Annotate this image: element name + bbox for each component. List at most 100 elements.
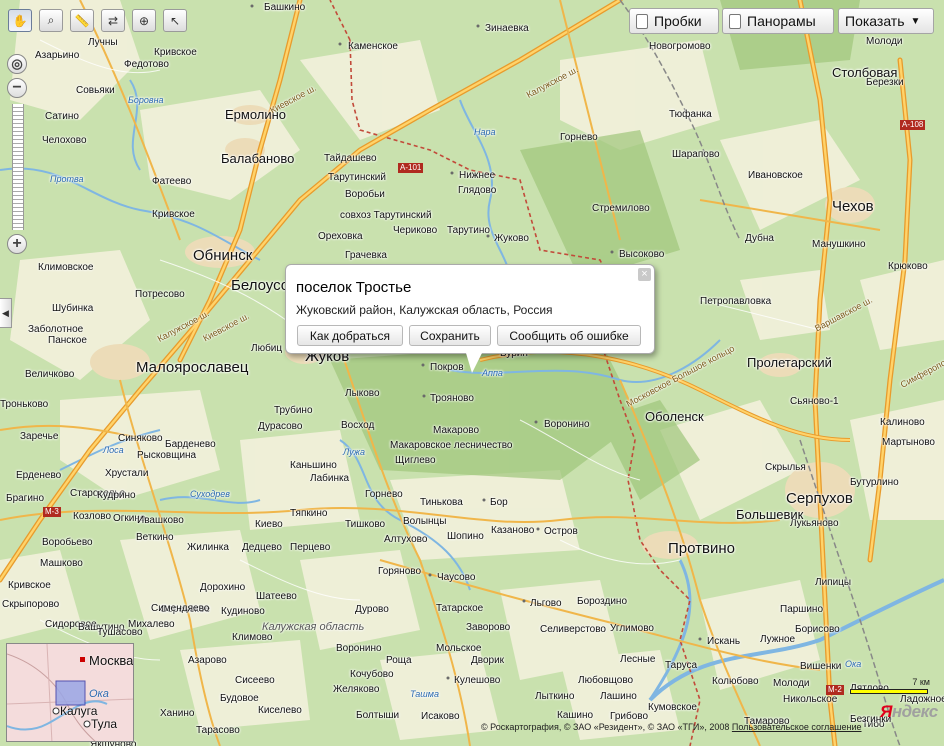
rivers-label[interactable]: Лужа <box>343 448 365 457</box>
villages-label[interactable]: Татарское <box>436 604 483 614</box>
villages-label[interactable]: Заречье <box>20 432 58 442</box>
villages-label[interactable]: Тишково <box>345 520 385 530</box>
villages-label[interactable]: Воронино <box>336 644 382 654</box>
villages-label[interactable]: Кривское <box>8 581 51 591</box>
villages-label[interactable]: Перцево <box>290 543 330 553</box>
villages-label[interactable]: Жилинка <box>187 543 229 553</box>
villages-label[interactable]: Скрылья <box>765 463 806 473</box>
villages-label[interactable]: Лабинка <box>310 474 349 484</box>
villages-label[interactable]: Каменское <box>348 42 398 52</box>
villages-label[interactable]: Симендяево <box>151 604 209 614</box>
route-tool-button[interactable]: ⇄ <box>101 9 125 32</box>
villages-label[interactable]: Грачевка <box>345 251 387 261</box>
villages-label[interactable]: Тарутино <box>447 226 490 236</box>
villages-label[interactable]: Рысковщина <box>137 451 196 461</box>
towns-label[interactable]: Оболенск <box>645 410 704 423</box>
villages-label[interactable]: Ивановское <box>748 171 803 181</box>
villages-label[interactable]: Тушасово <box>97 628 143 638</box>
villages-label[interactable]: Петропавловка <box>700 297 771 307</box>
pan-left-button[interactable]: ◀ <box>0 298 12 328</box>
villages-label[interactable]: Никольское <box>783 695 837 705</box>
villages-label[interactable]: Величково <box>25 370 74 380</box>
villages-label[interactable]: Селиверстово <box>540 625 606 635</box>
villages-label[interactable]: Киселево <box>258 706 302 716</box>
villages-label[interactable]: Машково <box>40 559 83 569</box>
villages-label[interactable]: Грибово <box>610 712 648 722</box>
villages-label[interactable]: Потресово <box>135 290 185 300</box>
highways-label[interactable]: А-101 <box>398 163 424 173</box>
villages-label[interactable]: Башкино <box>264 3 305 13</box>
villages-label[interactable]: Липицы <box>815 578 851 588</box>
villages-label[interactable]: Глядово <box>458 186 496 196</box>
villages-label[interactable]: Лыткино <box>535 692 574 702</box>
villages-label[interactable]: Трояново <box>430 394 474 404</box>
villages-label[interactable]: Шатеево <box>256 592 297 602</box>
villages-label[interactable]: Остров <box>544 527 578 537</box>
villages-label[interactable]: Лесные <box>620 655 655 665</box>
villages-label[interactable]: Таруса <box>665 661 697 671</box>
villages-label[interactable]: Кривское <box>154 48 197 58</box>
villages-label[interactable]: Шопино <box>447 532 484 542</box>
report-error-button[interactable]: Сообщить об ошибке <box>497 325 641 346</box>
villages-label[interactable]: Козлово <box>73 512 111 522</box>
villages-label[interactable]: Сисеево <box>235 676 275 686</box>
towns-label[interactable]: Большевик <box>736 508 803 521</box>
villages-label[interactable]: Покров <box>430 363 464 373</box>
villages-label[interactable]: Шарапово <box>672 150 720 160</box>
villages-label[interactable]: Кочубово <box>350 670 394 680</box>
yandex-logo[interactable]: Яндекс <box>880 702 938 722</box>
villages-label[interactable]: Хрустали <box>105 469 148 479</box>
villages-label[interactable]: Дурово <box>355 605 389 615</box>
villages-label[interactable]: Веткино <box>136 533 174 543</box>
villages-label[interactable]: Ерденево <box>16 471 61 481</box>
villages-label[interactable]: Чериково <box>393 226 437 236</box>
villages-label[interactable]: Исаково <box>421 712 460 722</box>
rivers-label[interactable]: Ташма <box>410 690 439 699</box>
villages-label[interactable]: Макарово <box>433 426 479 436</box>
villages-label[interactable]: Тарасово <box>196 726 240 736</box>
villages-label[interactable]: Нижнее <box>459 171 495 181</box>
villages-label[interactable]: Лашино <box>600 692 637 702</box>
overview-minimap[interactable]: Москва Калуга Тула Ока <box>6 643 134 742</box>
hand-tool-button[interactable]: ✋ <box>8 9 32 32</box>
villages-label[interactable]: Воробьево <box>42 538 93 548</box>
highways-label[interactable]: А-108 <box>900 120 926 130</box>
villages-label[interactable]: Вишенки <box>800 662 841 672</box>
villages-label[interactable]: Дорохино <box>200 583 245 593</box>
villages-label[interactable]: Фатеево <box>152 177 191 187</box>
villages-label[interactable]: Лучны <box>88 38 118 48</box>
villages-label[interactable]: Новогромово <box>649 42 711 52</box>
villages-label[interactable]: Стремилово <box>592 204 650 214</box>
villages-label[interactable]: Ивашково <box>137 516 184 526</box>
towns-label[interactable]: Столбовая <box>832 66 897 79</box>
villages-label[interactable]: Зинаевка <box>485 24 529 34</box>
villages-label[interactable]: Ханино <box>160 709 194 719</box>
villages-label[interactable]: Молоди <box>866 37 903 47</box>
villages-label[interactable]: Будовое <box>220 694 259 704</box>
show-layers-dropdown[interactable]: Показать ▼ <box>838 8 934 34</box>
villages-label[interactable]: Барденево <box>165 440 216 450</box>
villages-label[interactable]: Мартыново <box>882 438 935 448</box>
highways-label[interactable]: М-2 <box>826 685 844 695</box>
villages-label[interactable]: Дурасово <box>258 422 302 432</box>
rivers-label[interactable]: Ока <box>845 660 861 669</box>
villages-label[interactable]: Казаново <box>491 526 534 536</box>
save-button[interactable]: Сохранить <box>409 325 491 346</box>
zoom-slider-track[interactable] <box>12 104 24 230</box>
villages-label[interactable]: Лужное <box>760 635 795 645</box>
rivers-label[interactable]: Боровна <box>128 96 164 105</box>
villages-label[interactable]: Льгово <box>530 599 562 609</box>
villages-label[interactable]: Горяново <box>378 567 421 577</box>
cities-label[interactable]: Чехов <box>832 199 874 214</box>
select-tool-button[interactable]: ↖ <box>163 9 187 32</box>
villages-label[interactable]: Кашино <box>557 711 593 721</box>
traffic-button[interactable]: Пробки <box>629 8 719 34</box>
villages-label[interactable]: Кудрино <box>97 491 136 501</box>
rivers-label[interactable]: Суходрев <box>190 490 230 499</box>
zoom-out-button[interactable]: − <box>7 78 27 98</box>
add-object-tool-button[interactable]: ⊕ <box>132 9 156 32</box>
villages-label[interactable]: Воронино <box>544 420 590 430</box>
villages-label[interactable]: Искань <box>707 637 740 647</box>
villages-label[interactable]: Волынцы <box>403 517 446 527</box>
villages-label[interactable]: Брагино <box>6 494 44 504</box>
